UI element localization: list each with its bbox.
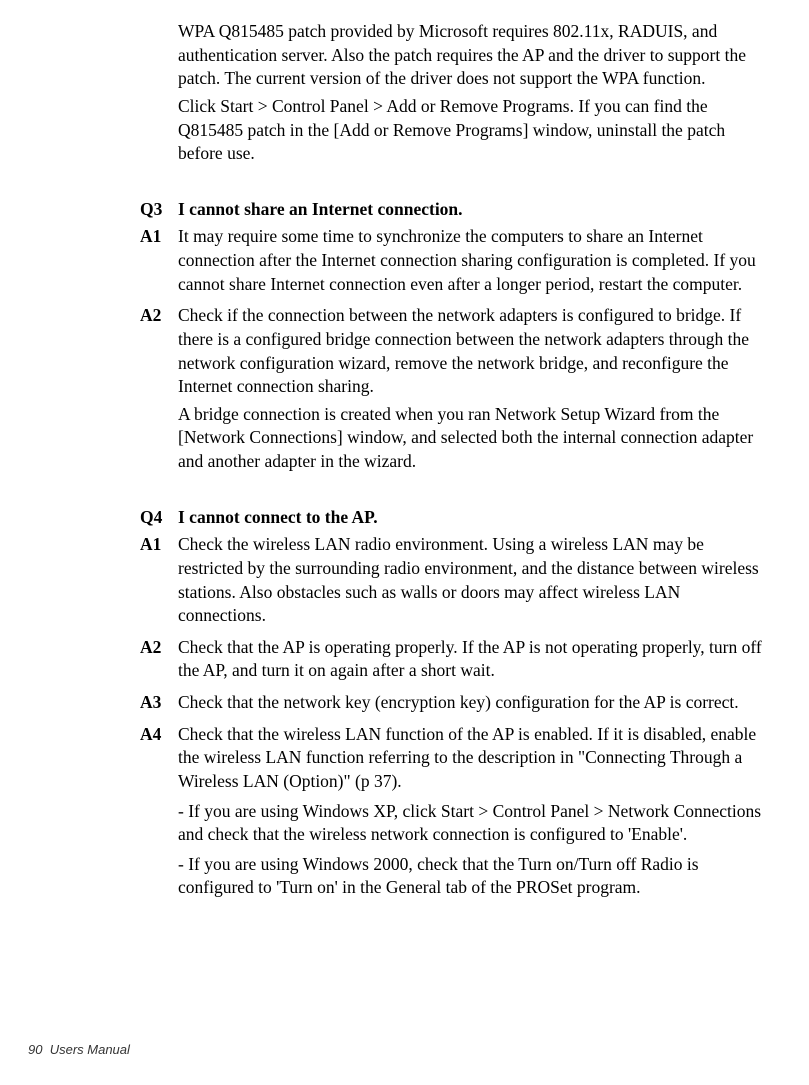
- q3-a2-label: A2: [140, 304, 178, 328]
- q3-a2-p2: A bridge connection is created when you …: [178, 403, 771, 474]
- q4-a4-label: A4: [140, 723, 178, 747]
- q4-a1-label: A1: [140, 533, 178, 557]
- q4-a4-p1: Check that the wireless LAN function of …: [178, 723, 771, 794]
- q4-a3-p1: Check that the network key (encryption k…: [178, 691, 771, 715]
- q4-a2-row: A2 Check that the AP is operating proper…: [140, 636, 771, 687]
- q3-a1-text: It may require some time to synchronize …: [178, 225, 771, 300]
- q3-a2-row: A2 Check if the connection between the n…: [140, 304, 771, 477]
- q4-title: I cannot connect to the AP.: [178, 506, 771, 530]
- page-footer: 90 Users Manual: [28, 1041, 130, 1059]
- q4-a3-label: A3: [140, 691, 178, 715]
- q4-a3-row: A3 Check that the network key (encryptio…: [140, 691, 771, 719]
- q3-a2-p1: Check if the connection between the netw…: [178, 304, 771, 399]
- q4-a4-p2: - If you are using Windows XP, click Sta…: [178, 800, 771, 847]
- footer-title: Users Manual: [50, 1042, 130, 1057]
- q4-a4-p3: - If you are using Windows 2000, check t…: [178, 853, 771, 900]
- q3-a1-p1: It may require some time to synchronize …: [178, 225, 771, 296]
- q4-a1-row: A1 Check the wireless LAN radio environm…: [140, 533, 771, 632]
- q4-a3-text: Check that the network key (encryption k…: [178, 691, 771, 719]
- q4-a1-p1: Check the wireless LAN radio environment…: [178, 533, 771, 628]
- q3-label: Q3: [140, 198, 178, 222]
- q4-row: Q4 I cannot connect to the AP.: [140, 506, 771, 530]
- q4-a2-p1: Check that the AP is operating properly.…: [178, 636, 771, 683]
- q3-row: Q3 I cannot share an Internet connection…: [140, 198, 771, 222]
- q3-a1-row: A1 It may require some time to synchroni…: [140, 225, 771, 300]
- content-column: WPA Q815485 patch provided by Microsoft …: [140, 20, 771, 904]
- q3-a1-label: A1: [140, 225, 178, 249]
- q4-a2-text: Check that the AP is operating properly.…: [178, 636, 771, 687]
- intro-text: WPA Q815485 patch provided by Microsoft …: [178, 20, 771, 170]
- q3-title: I cannot share an Internet connection.: [178, 198, 771, 222]
- q4-a4-text: Check that the wireless LAN function of …: [178, 723, 771, 904]
- q4-a2-label: A2: [140, 636, 178, 660]
- q4-label: Q4: [140, 506, 178, 530]
- q3-a2-text: Check if the connection between the netw…: [178, 304, 771, 477]
- q4-a1-text: Check the wireless LAN radio environment…: [178, 533, 771, 632]
- intro-p1: WPA Q815485 patch provided by Microsoft …: [178, 20, 771, 91]
- intro-label-spacer: [140, 20, 178, 170]
- intro-p2: Click Start > Control Panel > Add or Rem…: [178, 95, 771, 166]
- q4-a4-row: A4 Check that the wireless LAN function …: [140, 723, 771, 904]
- intro-block: WPA Q815485 patch provided by Microsoft …: [140, 20, 771, 170]
- page-number: 90: [28, 1042, 42, 1057]
- page-body: WPA Q815485 patch provided by Microsoft …: [0, 0, 809, 904]
